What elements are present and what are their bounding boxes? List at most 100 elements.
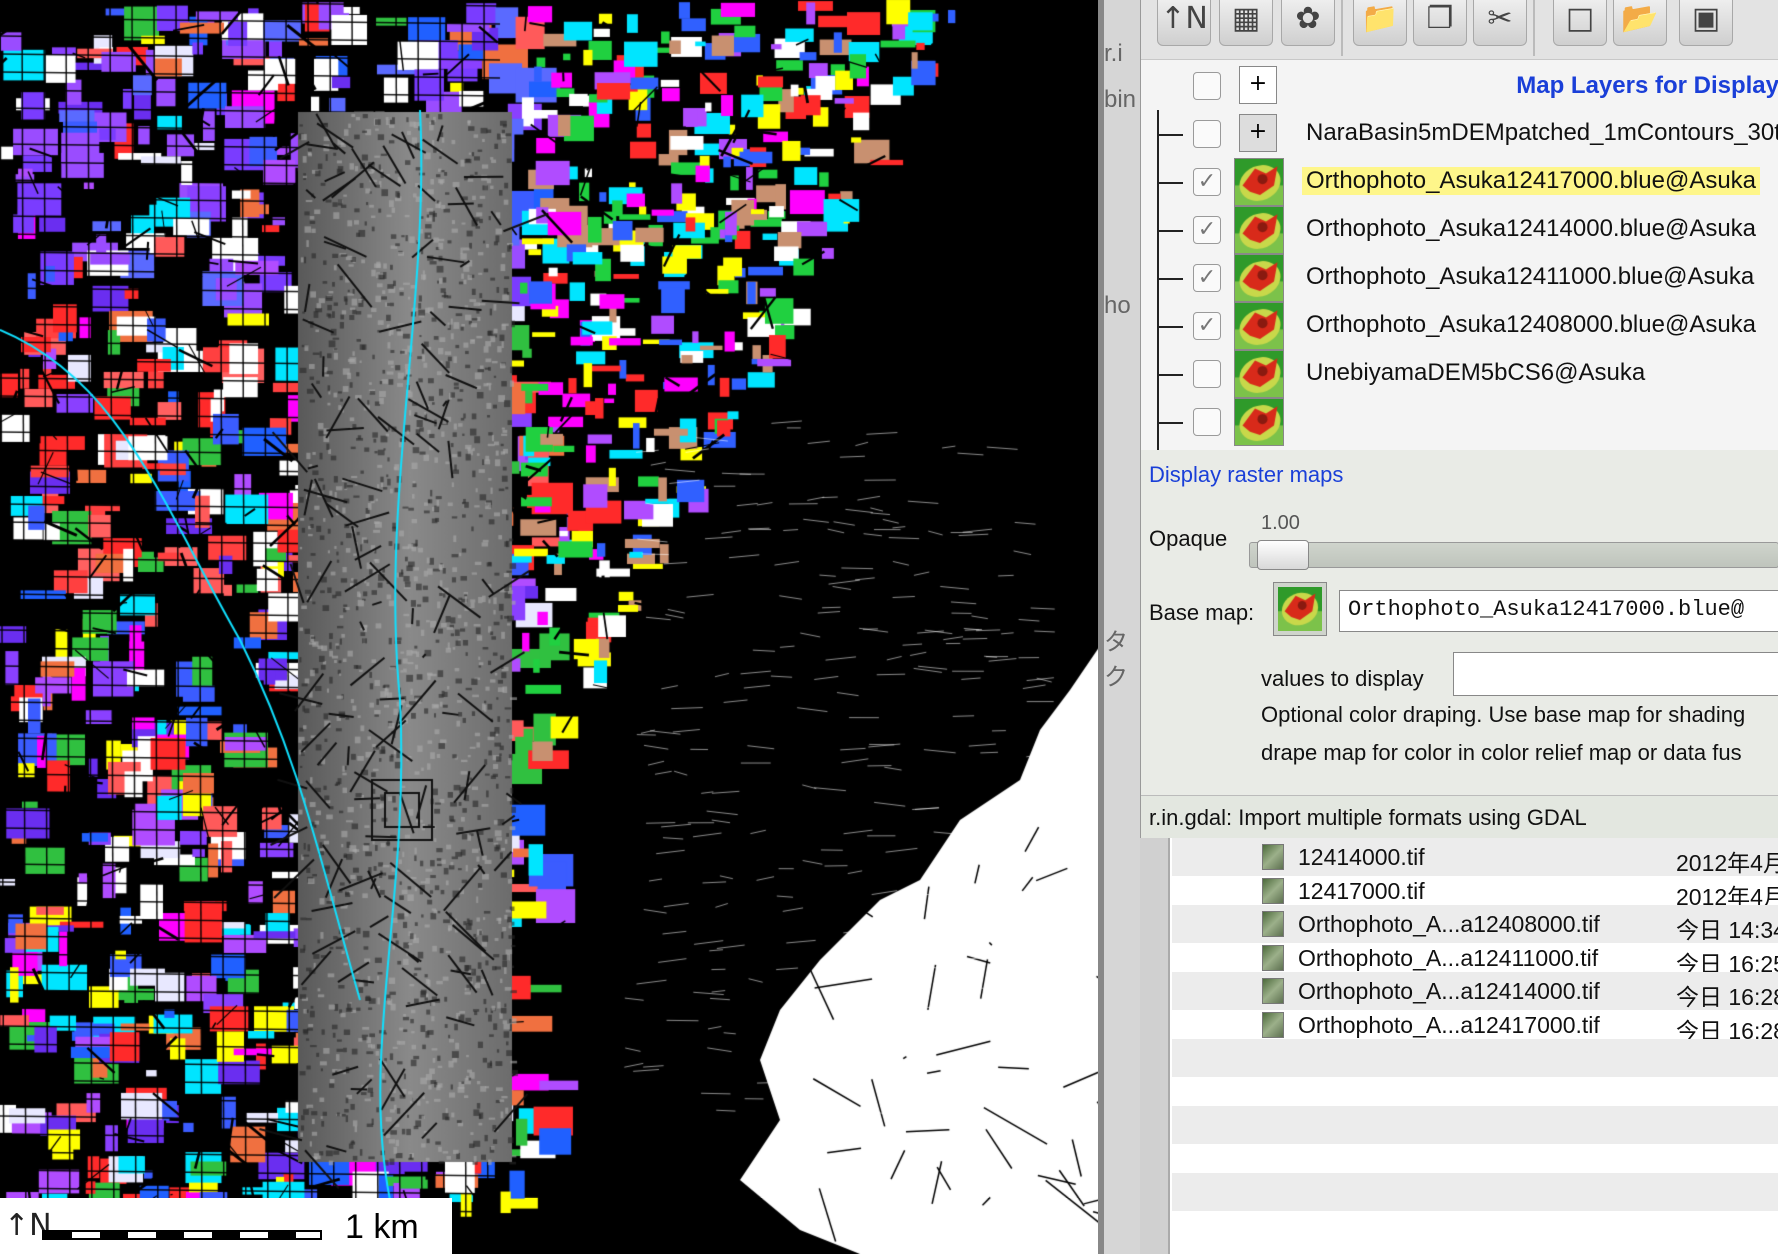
file-row[interactable]: 12414000.tif 2012年4月 <box>1172 838 1778 876</box>
folder-icon[interactable]: 📁 <box>1353 0 1407 46</box>
values-label: values to display <box>1261 666 1424 691</box>
file-row <box>1172 1073 1778 1111</box>
base-map-field[interactable]: Orthophoto_Asuka12417000.blue@ <box>1339 590 1778 632</box>
layer-visibility-checkbox[interactable] <box>1193 408 1221 436</box>
north-arrow-tool-icon[interactable]: ↑N <box>1157 0 1211 46</box>
background-text-fragment: bin <box>1104 86 1137 113</box>
layer-name: Orthophoto_Asuka12417000.blue@Asuka <box>1302 167 1761 195</box>
tif-file-icon <box>1262 877 1284 904</box>
opacity-slider-thumb[interactable] <box>1257 540 1309 570</box>
layer-visibility-checkbox[interactable] <box>1193 120 1221 148</box>
layer-row[interactable]: ✓ Orthophoto_Asuka12417000.blue@Asuka <box>1141 155 1778 209</box>
layer-row[interactable] <box>1141 395 1778 449</box>
tree-connector <box>1157 326 1183 328</box>
raster-map-icon[interactable] <box>1273 582 1327 636</box>
vector-layer-icon: + <box>1239 114 1277 152</box>
layer-row[interactable]: + NaraBasin5mDEMpatched_1mContours_30t <box>1141 107 1778 161</box>
open-folder-icon[interactable]: 📂 <box>1613 0 1667 46</box>
layer-name: NaraBasin5mDEMpatched_1mContours_30t <box>1306 119 1778 146</box>
file-row <box>1172 1039 1778 1077</box>
layer-row[interactable]: ✓ Orthophoto_Asuka12411000.blue@Asuka <box>1141 251 1778 305</box>
background-window-edge: r.i bin ho タク <box>1104 0 1140 1254</box>
layer-manager-panel: ↑N ▦ ✿ 📁 ❐ ✂ □ 📂 ▣ Map Layers for Display + + Nara… <box>1140 0 1778 838</box>
layer-row[interactable]: + <box>1141 59 1778 113</box>
raster-layer-icon <box>1234 350 1284 398</box>
opacity-slider[interactable] <box>1249 542 1778 568</box>
file-row[interactable]: Orthophoto_A...a12417000.tif 今日 16:28 <box>1172 1006 1778 1044</box>
tree-connector <box>1157 134 1183 136</box>
values-field[interactable] <box>1453 652 1778 696</box>
drape-help-text: drape map for color in color relief map … <box>1261 740 1742 765</box>
layer-row[interactable]: ✓ Orthophoto_Asuka12414000.blue@Asuka <box>1141 203 1778 257</box>
raster-properties: Display raster maps Opaque 1.00 Base map… <box>1141 450 1778 785</box>
map-display[interactable]: ↑N 1 km <box>0 0 1104 1254</box>
tif-file-icon <box>1262 944 1284 971</box>
tree-connector <box>1157 422 1183 424</box>
opaque-label: Opaque <box>1149 526 1228 551</box>
layer-visibility-checkbox[interactable] <box>1193 360 1221 388</box>
settings-flower-icon[interactable]: ✿ <box>1281 0 1335 46</box>
tree-connector <box>1157 278 1183 280</box>
tif-file-icon <box>1262 911 1284 937</box>
layer-name: Orthophoto_Asuka12414000.blue@Asuka <box>1306 215 1757 242</box>
tif-file-icon <box>1262 1011 1284 1038</box>
file-row[interactable]: Orthophoto_A...a12414000.tif 今日 16:28 <box>1172 972 1778 1010</box>
layer-visibility-checkbox[interactable]: ✓ <box>1193 216 1221 244</box>
scale-label: 1 km <box>345 1208 419 1246</box>
layer-tree: Map Layers for Display + + NaraBasin5mDEMp… <box>1141 59 1778 464</box>
tif-file-icon <box>1262 844 1284 870</box>
layer-visibility-checkbox[interactable]: ✓ <box>1193 168 1221 196</box>
save-icon[interactable]: ▣ <box>1679 0 1733 46</box>
raster-layer-icon <box>1234 302 1284 350</box>
properties-header: Display raster maps <box>1149 462 1344 487</box>
file-name: Orthophoto_A...a12411000.tif <box>1298 944 1599 971</box>
opaque-value: 1.00 <box>1261 512 1300 534</box>
tree-connector <box>1157 230 1183 232</box>
file-row <box>1172 1106 1778 1144</box>
background-text-fragment: r.i <box>1104 40 1123 67</box>
grid-overlay-tool-icon[interactable]: ▦ <box>1219 0 1273 46</box>
map-canvas[interactable] <box>0 0 1098 1254</box>
raster-layer-icon <box>1234 206 1284 254</box>
status-bar: r.in.gdal: Import multiple formats using… <box>1141 795 1778 838</box>
add-layer-icon[interactable]: + <box>1239 66 1277 104</box>
file-name: 12417000.tif <box>1298 877 1425 904</box>
file-name: Orthophoto_A...a12408000.tif <box>1298 911 1600 937</box>
toolbar-separator <box>1533 0 1535 56</box>
raster-layer-icon <box>1234 398 1284 446</box>
file-name: Orthophoto_A...a12417000.tif <box>1298 1011 1600 1038</box>
layer-row[interactable]: UnebiyamaDEM5bCS6@Asuka <box>1141 347 1778 401</box>
drape-help-text: Optional color draping. Use base map for… <box>1261 702 1746 727</box>
file-row[interactable]: 12417000.tif 2012年4月 <box>1172 872 1778 910</box>
base-map-label: Base map: <box>1149 600 1255 625</box>
file-row[interactable]: Orthophoto_A...a12411000.tif 今日 16:25 <box>1172 939 1778 977</box>
raster-layer-icon <box>1234 158 1284 206</box>
layer-name: Orthophoto_Asuka12408000.blue@Asuka <box>1306 311 1757 338</box>
scale-ruler <box>42 1230 322 1240</box>
file-browser: 12414000.tif 2012年4月 12417000.tif 2012年4月 Or… <box>1140 838 1778 1254</box>
tif-file-icon <box>1262 978 1284 1004</box>
toolbar-separator <box>1341 0 1343 56</box>
file-row <box>1172 1140 1778 1178</box>
file-browser-sidebar <box>1140 838 1170 1254</box>
background-text-fragment: ho <box>1104 292 1131 319</box>
new-file-icon[interactable]: □ <box>1553 0 1607 46</box>
layer-name: UnebiyamaDEM5bCS6@Asuka <box>1306 359 1646 386</box>
scale-bar: ↑N 1 km <box>0 1198 452 1254</box>
tree-connector <box>1157 182 1183 184</box>
raster-layer-icon <box>1234 254 1284 302</box>
file-row[interactable]: Orthophoto_A...a12408000.tif 今日 14:34 <box>1172 905 1778 943</box>
tree-connector <box>1157 374 1183 376</box>
layer-visibility-checkbox[interactable]: ✓ <box>1193 312 1221 340</box>
file-name: 12414000.tif <box>1298 844 1425 870</box>
background-text-fragment: タク <box>1104 629 1128 691</box>
file-name: Orthophoto_A...a12414000.tif <box>1298 978 1600 1004</box>
layer-toolbar: ↑N ▦ ✿ 📁 ❐ ✂ □ 📂 ▣ <box>1141 0 1778 60</box>
layer-row[interactable]: ✓ Orthophoto_Asuka12408000.blue@Asuka <box>1141 299 1778 353</box>
copy-icon[interactable]: ❐ <box>1413 0 1467 46</box>
layer-visibility-checkbox[interactable] <box>1193 72 1221 100</box>
layer-name: Orthophoto_Asuka12411000.blue@Asuka <box>1306 263 1755 290</box>
file-row <box>1172 1173 1778 1211</box>
layer-visibility-checkbox[interactable]: ✓ <box>1193 264 1221 292</box>
cut-icon[interactable]: ✂ <box>1473 0 1527 46</box>
